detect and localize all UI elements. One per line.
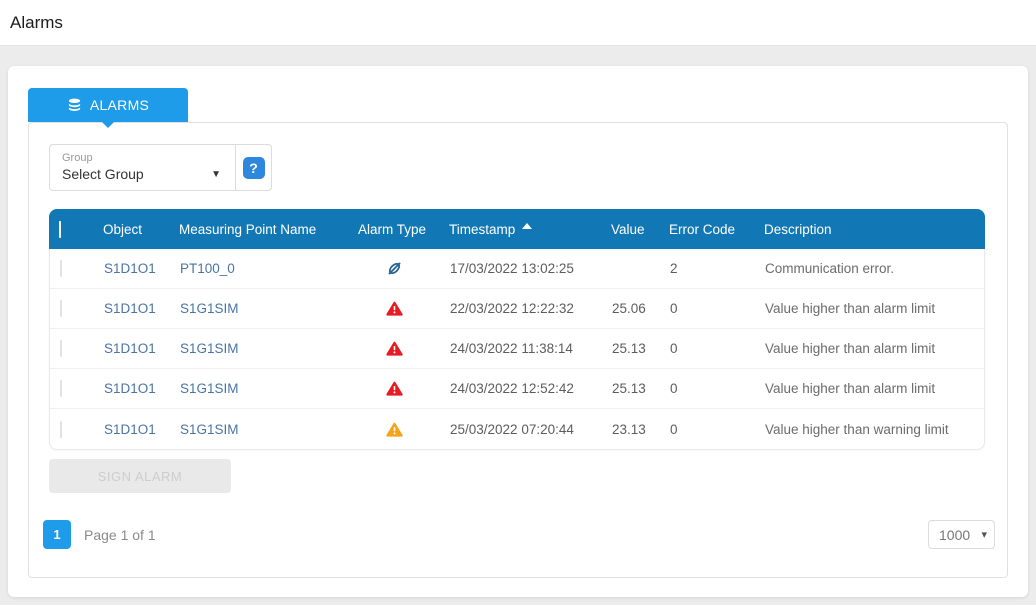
timestamp-cell: 24/03/2022 12:52:42	[450, 381, 612, 396]
tab-alarms[interactable]: ALARMS	[28, 88, 188, 122]
warning-triangle-icon	[386, 422, 403, 437]
object-link[interactable]: S1D1O1	[104, 422, 156, 437]
alarms-card: ALARMS Group Select Group ▼ ? Obje	[8, 66, 1028, 597]
group-select[interactable]: Group Select Group ▼	[50, 145, 235, 190]
page-size-select-wrap: 1000 ▾	[928, 520, 995, 549]
page-background: ALARMS Group Select Group ▼ ? Obje	[0, 46, 1036, 597]
description-cell: Value higher than alarm limit	[765, 341, 984, 356]
tab-content-panel: Group Select Group ▼ ? Object Measuring …	[28, 122, 1008, 578]
column-header-description[interactable]: Description	[764, 222, 985, 237]
value-cell: 25.06	[612, 301, 670, 316]
value-cell: 25.13	[612, 341, 670, 356]
object-link[interactable]: S1D1O1	[104, 381, 156, 396]
row-checkbox[interactable]	[60, 421, 62, 438]
help-button[interactable]: ?	[235, 145, 271, 190]
alarm-triangle-icon	[386, 301, 403, 316]
sign-alarm-button[interactable]: SIGN ALARM	[49, 459, 231, 493]
timestamp-cell: 17/03/2022 13:02:25	[450, 261, 612, 276]
row-checkbox[interactable]	[60, 300, 62, 317]
error-code-cell: 0	[670, 301, 765, 316]
table-footer: 1 Page 1 of 1 1000 ▾	[43, 520, 995, 549]
object-link[interactable]: S1D1O1	[104, 341, 156, 356]
group-filter-box: Group Select Group ▼ ?	[49, 144, 272, 191]
timestamp-cell: 24/03/2022 11:38:14	[450, 341, 612, 356]
sort-ascending-icon	[522, 223, 532, 229]
table-row: S1D1O1 S1G1SIM 25/03/2022 07:20:44 23.13…	[50, 409, 984, 449]
timestamp-cell: 22/03/2022 12:22:32	[450, 301, 612, 316]
column-header-error-code[interactable]: Error Code	[669, 222, 764, 237]
error-code-cell: 0	[670, 341, 765, 356]
row-checkbox[interactable]	[60, 260, 62, 277]
description-cell: Value higher than alarm limit	[765, 301, 984, 316]
page-1-button[interactable]: 1	[43, 520, 71, 549]
select-all-checkbox[interactable]	[59, 221, 61, 238]
page-summary: Page 1 of 1	[84, 527, 156, 543]
error-code-cell: 0	[670, 381, 765, 396]
timestamp-cell: 25/03/2022 07:20:44	[450, 422, 612, 437]
measuring-point-link[interactable]: S1G1SIM	[180, 422, 239, 437]
column-header-alarm-type[interactable]: Alarm Type	[358, 222, 449, 237]
description-cell: Value higher than alarm limit	[765, 381, 984, 396]
column-header-object[interactable]: Object	[103, 222, 179, 237]
alarm-triangle-icon	[386, 381, 403, 396]
page-title: Alarms	[10, 13, 63, 33]
table-row: S1D1O1 S1G1SIM 24/03/2022 11:38:14 25.13…	[50, 329, 984, 369]
table-row: S1D1O1 S1G1SIM 22/03/2022 12:22:32 25.06…	[50, 289, 984, 329]
column-header-measuring-point-name[interactable]: Measuring Point Name	[179, 222, 358, 237]
table-row: S1D1O1 PT100_0 17/03/2022 13:02:25 2 Com…	[50, 249, 984, 289]
description-cell: Value higher than warning limit	[765, 422, 984, 437]
row-checkbox[interactable]	[60, 340, 62, 357]
tab-alarms-label: ALARMS	[90, 97, 149, 113]
group-select-label: Group	[62, 152, 223, 165]
description-cell: Communication error.	[765, 261, 984, 276]
column-header-timestamp[interactable]: Timestamp	[449, 222, 611, 237]
measuring-point-link[interactable]: S1G1SIM	[180, 381, 239, 396]
alarms-table: Object Measuring Point Name Alarm Type T…	[49, 209, 985, 450]
alarm-triangle-icon	[386, 341, 403, 356]
object-link[interactable]: S1D1O1	[104, 301, 156, 316]
value-cell: 25.13	[612, 381, 670, 396]
error-code-cell: 2	[670, 261, 765, 276]
table-body: S1D1O1 PT100_0 17/03/2022 13:02:25 2 Com…	[49, 249, 985, 450]
object-link[interactable]: S1D1O1	[104, 261, 156, 276]
column-header-value[interactable]: Value	[611, 222, 669, 237]
row-checkbox[interactable]	[60, 380, 62, 397]
communication-error-icon	[386, 260, 403, 277]
measuring-point-link[interactable]: PT100_0	[180, 261, 235, 276]
error-code-cell: 0	[670, 422, 765, 437]
chevron-down-icon: ▼	[211, 169, 223, 180]
page-size-select[interactable]: 1000	[929, 521, 994, 548]
top-bar: Alarms	[0, 0, 1036, 46]
database-icon	[67, 98, 82, 113]
table-row: S1D1O1 S1G1SIM 24/03/2022 12:52:42 25.13…	[50, 369, 984, 409]
measuring-point-link[interactable]: S1G1SIM	[180, 341, 239, 356]
table-header-row: Object Measuring Point Name Alarm Type T…	[49, 209, 985, 249]
question-mark-icon: ?	[243, 157, 265, 179]
group-selected-value: Select Group	[62, 165, 144, 184]
measuring-point-link[interactable]: S1G1SIM	[180, 301, 239, 316]
value-cell: 23.13	[612, 422, 670, 437]
